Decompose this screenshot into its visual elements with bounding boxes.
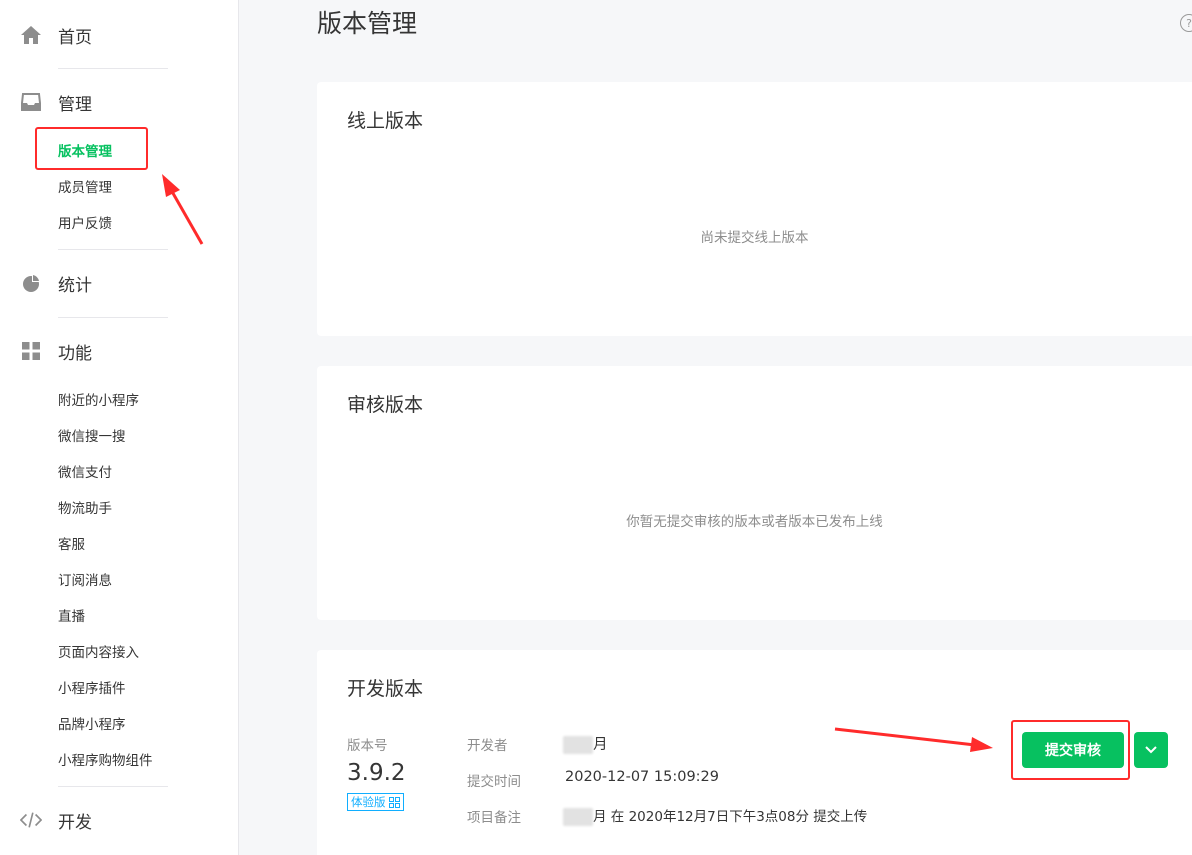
- experience-tag-label: 体验版: [351, 795, 386, 809]
- divider: [58, 786, 168, 787]
- nav-home-label: 首页: [58, 27, 92, 48]
- pie-chart-icon: [20, 272, 42, 294]
- online-version-card: 线上版本 尚未提交线上版本: [317, 82, 1192, 336]
- online-version-empty: 尚未提交线上版本: [700, 230, 809, 246]
- sidebar-item-live[interactable]: 直播: [58, 607, 85, 627]
- more-options-button[interactable]: [1134, 732, 1168, 768]
- nav-features-label: 功能: [58, 343, 92, 364]
- sidebar-item-page-content[interactable]: 页面内容接入: [58, 643, 139, 663]
- blurred-name: [563, 808, 593, 826]
- developer-value: 月: [563, 733, 608, 754]
- submit-time-label: 提交时间: [467, 774, 521, 790]
- sidebar-item-user-feedback[interactable]: 用户反馈: [58, 214, 112, 234]
- chevron-down-icon: [1145, 746, 1157, 754]
- divider: [58, 68, 168, 69]
- review-version-empty: 你暂无提交审核的版本或者版本已发布上线: [626, 514, 883, 530]
- sidebar-item-search[interactable]: 微信搜一搜: [58, 427, 126, 447]
- version-number: 3.9.2: [347, 760, 406, 786]
- qrcode-icon: [388, 796, 400, 808]
- nav-manage-label: 管理: [58, 94, 92, 115]
- nav-stats[interactable]: 统计: [0, 261, 239, 305]
- sidebar-item-pay[interactable]: 微信支付: [58, 463, 112, 483]
- nav-features[interactable]: 功能: [0, 329, 239, 373]
- experience-tag[interactable]: 体验版: [347, 793, 404, 811]
- submit-time-value: 2020-12-07 15:09:29: [565, 769, 719, 785]
- sidebar-item-subscribe[interactable]: 订阅消息: [58, 571, 112, 591]
- sidebar-item-shopping[interactable]: 小程序购物组件: [58, 751, 153, 771]
- inbox-icon: [20, 91, 42, 113]
- note-value: 月 在 2020年12月7日下午3点08分 提交上传: [563, 805, 867, 826]
- grid-icon: [20, 340, 42, 362]
- home-icon: [20, 24, 42, 46]
- help-icon[interactable]: ?: [1180, 14, 1192, 32]
- code-icon: [20, 809, 42, 831]
- sidebar-item-service[interactable]: 客服: [58, 535, 85, 555]
- nav-home[interactable]: 首页: [0, 13, 239, 57]
- nav-stats-label: 统计: [58, 275, 92, 296]
- page-title: 版本管理: [317, 9, 418, 38]
- nav-dev[interactable]: 开发: [0, 798, 239, 842]
- annotation-box-sidebar: [35, 127, 148, 170]
- sidebar-item-plugin[interactable]: 小程序插件: [58, 679, 126, 699]
- blurred-name: [563, 736, 593, 754]
- version-number-label: 版本号: [347, 738, 388, 754]
- divider: [58, 249, 168, 250]
- review-version-card: 审核版本 你暂无提交审核的版本或者版本已发布上线: [317, 366, 1192, 620]
- sidebar-item-logistics[interactable]: 物流助手: [58, 499, 112, 519]
- nav-manage[interactable]: 管理: [0, 80, 239, 124]
- nav-dev-label: 开发: [58, 812, 92, 833]
- annotation-box-button: [1011, 720, 1130, 780]
- online-version-title: 线上版本: [347, 110, 424, 132]
- developer-label: 开发者: [467, 738, 508, 754]
- divider: [58, 317, 168, 318]
- sidebar-item-nearby[interactable]: 附近的小程序: [58, 391, 139, 411]
- dev-version-title: 开发版本: [347, 678, 424, 700]
- sidebar-item-member-manage[interactable]: 成员管理: [58, 178, 112, 198]
- sidebar-item-brand[interactable]: 品牌小程序: [58, 715, 126, 735]
- note-label: 项目备注: [467, 810, 521, 826]
- review-version-title: 审核版本: [347, 394, 424, 416]
